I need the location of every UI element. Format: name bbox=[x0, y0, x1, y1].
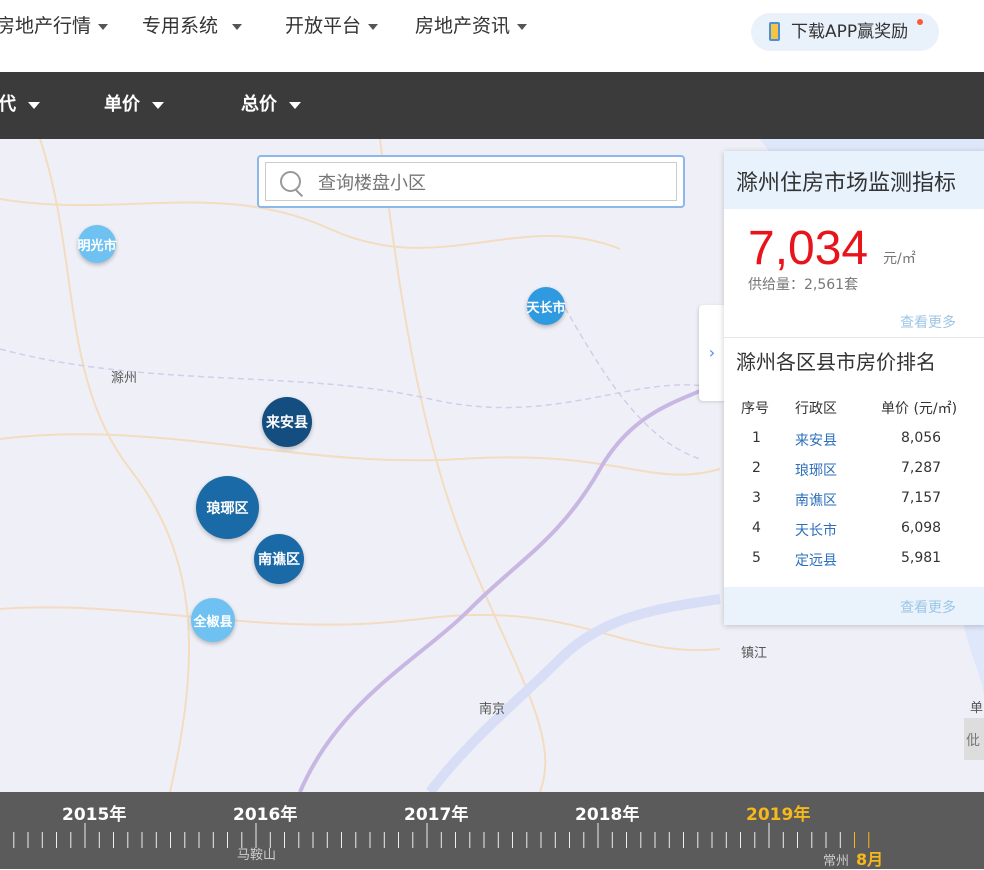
map-zoom-control[interactable]: 仳 bbox=[964, 718, 984, 760]
table-cell-district-link[interactable]: 琅琊区 bbox=[795, 460, 837, 480]
zoom-control-label: 仳 bbox=[966, 733, 980, 749]
filter-total-price[interactable]: 总价 bbox=[241, 92, 301, 118]
map-bubble-tianchang[interactable]: 天长市 bbox=[526, 287, 566, 325]
map-bubble-quanjiao[interactable]: 全椒县 bbox=[191, 598, 235, 642]
chevron-down-icon bbox=[517, 23, 528, 30]
map-label-maanshan: 马鞍山 bbox=[237, 848, 277, 863]
chevron-right-icon: › bbox=[708, 343, 716, 362]
table-cell-district-link[interactable]: 来安县 bbox=[795, 430, 837, 450]
view-more-link[interactable]: 查看更多 bbox=[900, 312, 956, 332]
table-cell-rank: 2 bbox=[752, 460, 761, 476]
phone-icon bbox=[769, 22, 780, 41]
filter-era[interactable]: 代 bbox=[0, 92, 40, 118]
panel-header: 滁州住房市场监测指标 bbox=[724, 151, 984, 209]
filter-unit-price[interactable]: 单价 bbox=[104, 92, 164, 118]
bubble-label: 明光市 bbox=[77, 238, 117, 254]
filter-unit-price-label: 单价 bbox=[104, 94, 140, 115]
bubble-label: 南谯区 bbox=[258, 552, 300, 568]
map-bubble-mingguang[interactable]: 明光市 bbox=[77, 225, 117, 263]
download-app-label: 下载APP赢奖励 bbox=[791, 22, 909, 42]
map-bubble-langya[interactable]: 琅琊区 bbox=[196, 476, 259, 539]
price-unit: 元/㎡ bbox=[883, 251, 916, 267]
table-cell-rank: 5 bbox=[752, 550, 761, 566]
table-cell-district-link[interactable]: 南谯区 bbox=[795, 490, 837, 510]
average-price: 7,034 bbox=[748, 222, 869, 275]
filter-total-price-label: 总价 bbox=[241, 94, 277, 115]
map-bubble-nanqiao[interactable]: 南谯区 bbox=[254, 534, 304, 584]
nav-market-trends-label: 房地产行情 bbox=[0, 15, 92, 37]
panel-footer: 查看更多 bbox=[724, 587, 984, 625]
table-cell-price: 5,981 bbox=[901, 550, 942, 566]
table-cell-district-link[interactable]: 定远县 bbox=[795, 550, 837, 570]
bubble-label: 琅琊区 bbox=[206, 500, 249, 517]
chevron-down-icon bbox=[368, 23, 379, 30]
map-bubble-laian[interactable]: 来安县 bbox=[262, 397, 312, 447]
column-header-price: 单价 (元/㎡) bbox=[881, 401, 958, 417]
map-label-partial: 单 bbox=[970, 701, 984, 716]
table-cell-rank: 3 bbox=[752, 490, 761, 506]
map-label-zhenjiang: 镇江 bbox=[741, 646, 768, 661]
nav-market-trends[interactable]: 房地产行情 bbox=[0, 12, 109, 40]
chevron-down-icon bbox=[152, 101, 164, 109]
nav-real-estate-news[interactable]: 房地产资讯 bbox=[415, 12, 528, 40]
market-indicator-panel: 滁州住房市场监测指标 7,034 元/㎡ 供给量：2,561套 查看更多 滁州各… bbox=[724, 151, 984, 625]
chevron-down-icon bbox=[28, 101, 40, 109]
nav-real-estate-news-label: 房地产资讯 bbox=[415, 15, 511, 37]
table-cell-price: 6,098 bbox=[901, 520, 942, 536]
table-cell-price: 7,287 bbox=[901, 460, 942, 476]
map-label-changzhou: 常州 bbox=[823, 854, 850, 869]
notification-dot bbox=[917, 19, 923, 25]
nav-special-systems-label: 专用系统 bbox=[142, 15, 219, 37]
nav-special-systems[interactable]: 专用系统 bbox=[142, 12, 243, 40]
panel-collapse-button[interactable]: › bbox=[699, 305, 725, 401]
download-app-button[interactable]: 下载APP赢奖励 bbox=[751, 13, 939, 51]
supply-count: 供给量：2,561套 bbox=[748, 277, 859, 293]
table-cell-price: 7,157 bbox=[901, 490, 942, 506]
ranking-title: 滁州各区县市房价排名 bbox=[736, 350, 936, 374]
table-cell-price: 8,056 bbox=[901, 430, 942, 446]
table-cell-rank: 4 bbox=[752, 520, 761, 536]
bubble-label: 全椒县 bbox=[193, 614, 233, 630]
chevron-down-icon bbox=[289, 101, 301, 109]
panel-title: 滁州住房市场监测指标 bbox=[736, 171, 957, 196]
filter-era-label: 代 bbox=[0, 94, 16, 115]
search-box bbox=[257, 155, 685, 208]
nav-open-platform[interactable]: 开放平台 bbox=[285, 12, 379, 40]
search-icon bbox=[280, 171, 301, 192]
chevron-down-icon bbox=[98, 23, 109, 30]
search-field bbox=[265, 162, 677, 201]
chevron-down-icon bbox=[232, 23, 243, 30]
column-header-rank: 序号 bbox=[741, 401, 769, 417]
map-label-chuzhou: 滁州 bbox=[111, 371, 138, 386]
search-input[interactable] bbox=[316, 169, 660, 197]
ranking-header: 滁州各区县市房价排名 bbox=[724, 337, 984, 374]
view-more-ranking-link[interactable]: 查看更多 bbox=[900, 597, 956, 617]
top-navbar: 房地产行情 专用系统 开放平台 房地产资讯 下载APP赢奖励 bbox=[0, 0, 984, 73]
timeline-current-month: 8月 bbox=[856, 850, 884, 869]
filter-bar: 代 单价 总价 bbox=[0, 72, 984, 139]
table-cell-rank: 1 bbox=[752, 430, 761, 446]
search-icon-handle bbox=[295, 189, 304, 198]
table-cell-district-link[interactable]: 天长市 bbox=[795, 520, 837, 540]
bubble-label: 天长市 bbox=[526, 300, 566, 316]
nav-open-platform-label: 开放平台 bbox=[285, 15, 362, 37]
timeline-bar[interactable]: 2015年 2016年 2017年 2018年 2019年 马鞍山 常州 8月 bbox=[0, 792, 984, 869]
column-header-district: 行政区 bbox=[795, 401, 837, 417]
map-label-nanjing: 南京 bbox=[479, 702, 506, 717]
bubble-label: 来安县 bbox=[266, 415, 308, 431]
